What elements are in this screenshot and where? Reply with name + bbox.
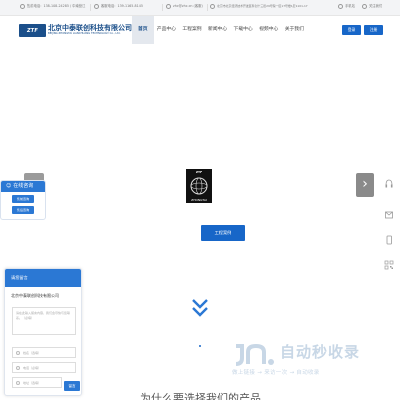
phone-icon [20,4,25,9]
presale-consult-button[interactable]: 售前咨询 [12,195,34,203]
aftersale-consult-button[interactable]: 售后咨询 [12,206,34,214]
topbar-favorite[interactable]: 关注我们 [362,4,382,9]
message-icon[interactable] [381,207,397,223]
nav-videos[interactable]: 视频中心 [256,16,282,44]
top-info-bar: 售前电话：138-108-24285 / 中南营江 客服电话：139-1165-… [0,0,400,16]
site-header: ZTF 北京中泰联创科技有限公司 BEIJING ZHONGTAI LIANCH… [0,16,400,44]
headset-icon[interactable] [381,176,397,192]
topbar-phone: 售前电话：138-108-24285 / 中南营江 [20,4,85,9]
phone-icon [16,366,20,370]
company-logo[interactable]: ZTF [19,24,46,37]
carousel-indicator[interactable] [199,345,201,347]
message-form-title: 请您留言 [5,269,81,287]
login-button[interactable]: 登录 [342,25,361,35]
mobile-icon[interactable] [381,232,397,248]
company-name-en: BEIJING ZHONGTAI LIANCHUANG TECHNOLOGY C… [48,32,121,35]
submit-message-button[interactable]: 留言 [64,381,80,391]
message-content-textarea[interactable]: 请在此输入留言内容，我们会尽快与您联系。（必填） [12,307,76,335]
register-button[interactable]: 注册 [364,25,383,35]
center-brand-logo: ZTF ZHONGTAI [186,169,212,203]
nav-cases[interactable]: 工程案例 [179,16,205,44]
watermark-brand: 自动秒收录 [280,343,361,361]
topbar-email[interactable]: zhc@zhc.cn (客服) [166,4,203,9]
project-cases-button[interactable]: 工程案例 [201,225,245,241]
divider [207,4,208,11]
user-icon [16,351,20,355]
topbar-service: 客服电话：139-1165-8145 [94,4,143,9]
divider [162,4,163,11]
nav-products[interactable]: 产品中心 [154,16,180,44]
topbar-mobile[interactable]: 手机站 [338,4,355,9]
divider [90,4,91,11]
name-input[interactable]: 姓名（选填） [12,347,76,358]
page: 售前电话：138-108-24285 / 中南营江 客服电话：139-1165-… [0,0,400,400]
scroll-down-icon[interactable] [190,297,210,319]
message-form-panel: 请您留言 北京中泰联创科技有限公司 请在此输入留言内容，我们会尽快与您联系。（必… [4,268,82,396]
online-service-header: ☺ 在线咨询 [1,181,45,192]
mobile-icon [338,4,343,9]
watermark-logo-icon [235,343,274,366]
qrcode-icon[interactable] [381,257,397,273]
nav-home[interactable]: 首页 [132,16,154,44]
section-title: 为什么要选择我们的产品 [140,392,261,400]
mail-icon [166,4,171,9]
watermark-slogan: 做上链接 → 来访一次 → 自动收录 [232,370,320,376]
star-icon [362,4,367,9]
message-form-company: 北京中泰联创科技有限公司 [11,293,59,298]
chat-icon: ☺ [6,183,12,189]
address-input[interactable]: 地址（选填） [12,377,62,388]
nav-downloads[interactable]: 下载中心 [230,16,256,44]
phone-input[interactable]: 电话（必填） [12,362,76,373]
location-icon [210,4,215,9]
chevron-right-icon: › [362,176,368,192]
main-nav: 首页 产品中心 工程案例 新闻中心 下载中心 视频中心 关于我们 [132,16,307,44]
carousel-next-button[interactable]: › [356,173,374,197]
location-icon [16,381,20,385]
online-service-widget: ☺ 在线咨询 售前咨询 售后咨询 [0,180,46,220]
headset-icon [94,4,99,9]
watermark: 自动秒收录 做上链接 → 来访一次 → 自动收录 [232,338,392,382]
topbar-address: 北京市北京经济技术开发区科创十三街29号院一区17号楼1层1101-17 [210,4,308,9]
nav-about[interactable]: 关于我们 [282,16,308,44]
nav-news[interactable]: 新闻中心 [205,16,231,44]
